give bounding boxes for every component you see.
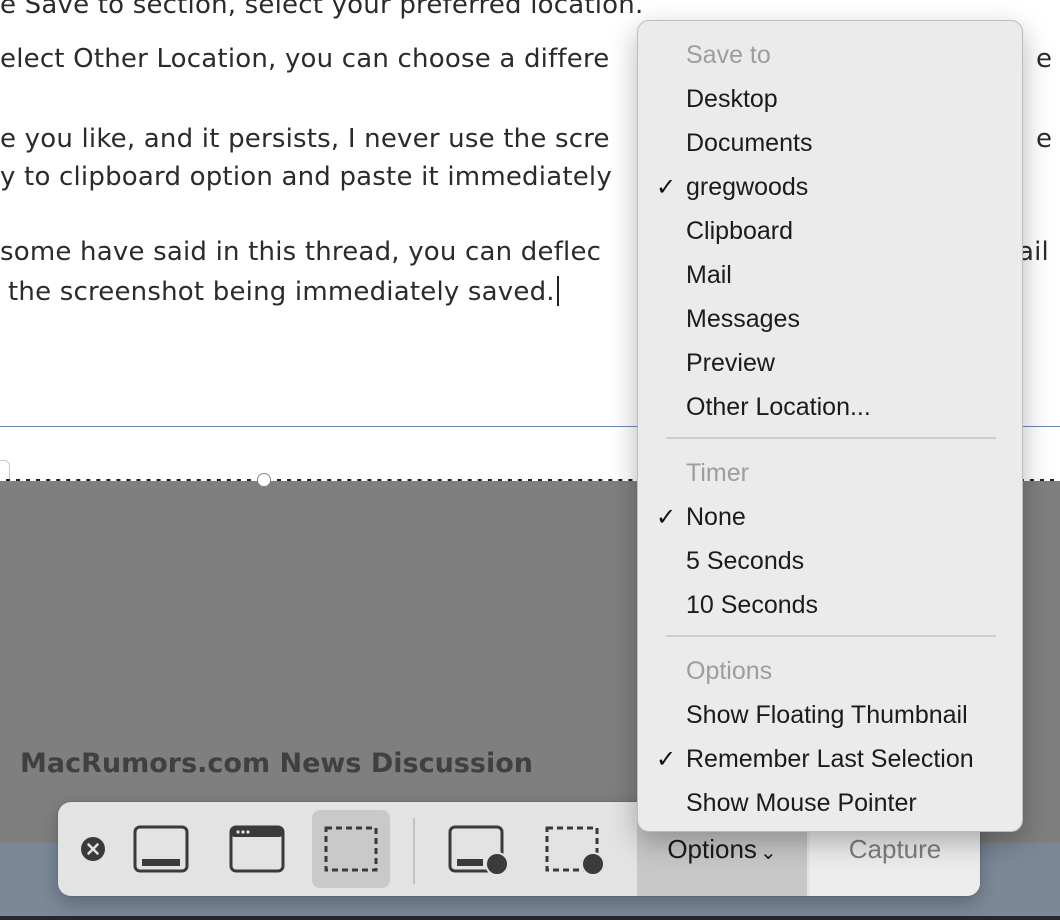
capture-button-label: Capture — [848, 833, 942, 864]
checkmark-icon: ✓ — [656, 503, 677, 531]
document-line: some have said in this thread, you can d… — [0, 237, 602, 267]
menu-item-gregwoods[interactable]: gregwoods — [686, 167, 808, 207]
record-entire-screen-button[interactable] — [440, 810, 518, 888]
options-button-label: Options — [667, 833, 757, 864]
menu-item-timer-10-seconds[interactable]: 10 Seconds — [686, 585, 818, 625]
menu-separator — [666, 437, 996, 439]
checkmark-icon: ✓ — [656, 173, 677, 201]
window-icon — [229, 825, 285, 873]
entire-screen-icon — [133, 825, 189, 873]
menu-separator — [666, 635, 996, 637]
menu-header-save-to: Save to — [686, 41, 771, 69]
selection-icon — [324, 826, 378, 872]
options-menu: Save to Desktop Documents ✓ gregwoods Cl… — [637, 20, 1023, 832]
menu-item-remember-last-selection[interactable]: Remember Last Selection — [686, 739, 974, 779]
menu-item-show-floating-thumbnail[interactable]: Show Floating Thumbnail — [686, 695, 968, 735]
site-heading: MacRumors.com News Discussion — [20, 748, 533, 779]
menu-item-clipboard[interactable]: Clipboard — [686, 211, 793, 251]
menu-item-messages[interactable]: Messages — [686, 299, 800, 339]
record-selection-icon — [545, 826, 605, 876]
menu-item-documents[interactable]: Documents — [686, 123, 812, 163]
capture-entire-screen-button[interactable] — [122, 810, 200, 888]
menu-item-desktop[interactable]: Desktop — [686, 79, 778, 119]
menu-item-timer-none[interactable]: None — [686, 497, 746, 537]
document-line: e k — [1036, 124, 1060, 154]
screen-edge — [0, 916, 1060, 920]
toolbar-divider — [413, 818, 415, 884]
document-line: y to clipboard option and paste it immed… — [0, 162, 612, 192]
document-line: elect Other Location, you can choose a d… — [0, 44, 610, 74]
menu-item-mail[interactable]: Mail — [686, 255, 732, 295]
menu-header-timer: Timer — [686, 459, 749, 487]
menu-item-timer-5-seconds[interactable]: 5 Seconds — [686, 541, 804, 581]
menu-header-options: Options — [686, 657, 773, 685]
checkmark-icon: ✓ — [656, 745, 677, 773]
capture-window-button[interactable] — [218, 810, 296, 888]
document-line[interactable]: the screenshot being immediately saved. — [8, 276, 559, 307]
chevron-down-icon: ⌄ — [759, 841, 777, 864]
document-line: e you like, and it persists, I never use… — [0, 124, 610, 154]
selection-resize-handle[interactable] — [257, 473, 271, 487]
text-cursor — [556, 276, 559, 306]
menu-item-other-location[interactable]: Other Location... — [686, 387, 871, 427]
close-icon — [81, 837, 105, 861]
document-line: e a — [1036, 44, 1060, 74]
capture-selection-button[interactable] — [312, 810, 390, 888]
menu-item-show-mouse-pointer[interactable]: Show Mouse Pointer — [686, 783, 917, 823]
document-line-text: the screenshot being immediately saved. — [8, 277, 555, 307]
record-screen-icon — [448, 825, 509, 876]
menu-item-preview[interactable]: Preview — [686, 343, 775, 383]
record-selection-button[interactable] — [536, 810, 614, 888]
close-toolbar-button[interactable] — [72, 810, 114, 888]
document-line: e Save to section, select your preferred… — [0, 0, 644, 20]
